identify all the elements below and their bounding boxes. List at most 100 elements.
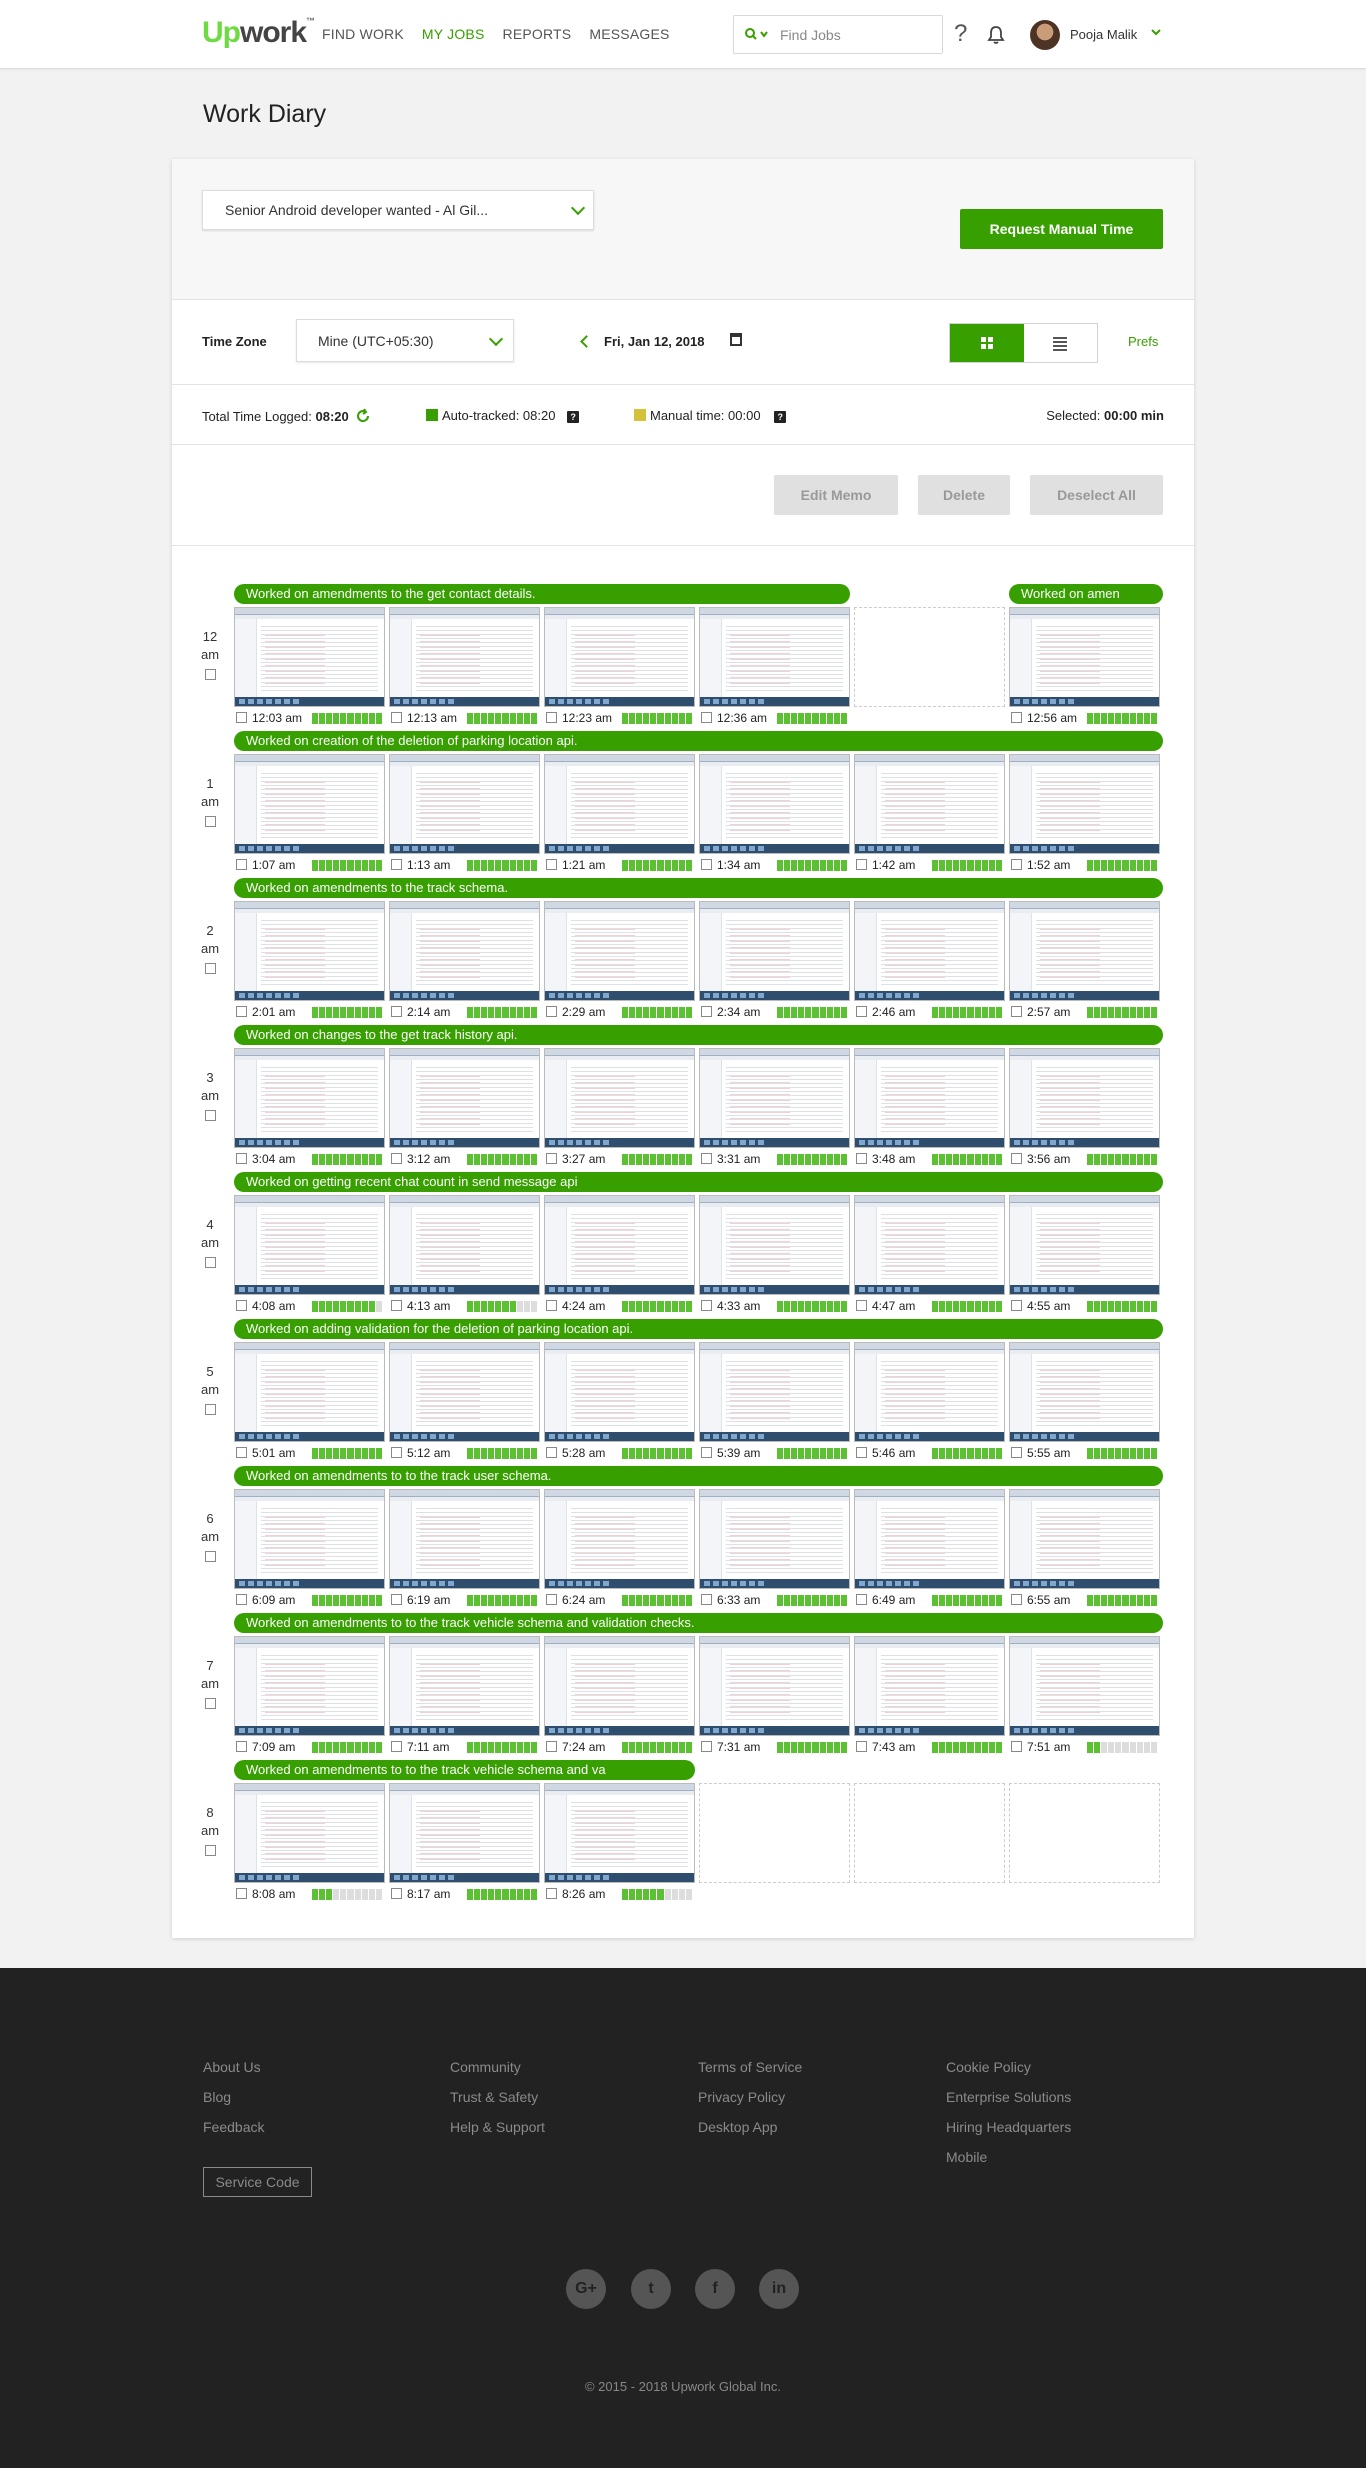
screenshot-checkbox[interactable] <box>391 1447 402 1458</box>
previous-day-arrow-icon[interactable] <box>580 335 593 348</box>
screenshot-thumbnail[interactable] <box>544 607 695 707</box>
grid-view-button[interactable] <box>950 324 1024 362</box>
screenshot-checkbox[interactable] <box>546 1447 557 1458</box>
screenshot-checkbox[interactable] <box>1011 1153 1022 1164</box>
memo-bar[interactable]: Worked on changes to the get track histo… <box>234 1025 1163 1045</box>
screenshot-checkbox[interactable] <box>546 1888 557 1899</box>
hour-select-checkbox[interactable] <box>204 669 216 680</box>
screenshot-thumbnail[interactable] <box>854 754 1005 854</box>
screenshot-checkbox[interactable] <box>236 1888 247 1899</box>
screenshot-thumbnail[interactable] <box>389 1636 540 1736</box>
screenshot-checkbox[interactable] <box>236 1447 247 1458</box>
screenshot-checkbox[interactable] <box>546 1741 557 1752</box>
edit-memo-button[interactable]: Edit Memo <box>774 475 898 515</box>
nav-find-work[interactable]: FIND WORK <box>322 26 404 42</box>
screenshot-thumbnail[interactable] <box>699 901 850 1001</box>
screenshot-thumbnail[interactable] <box>699 1342 850 1442</box>
screenshot-thumbnail[interactable] <box>699 1048 850 1148</box>
screenshot-thumbnail[interactable] <box>389 901 540 1001</box>
search-box[interactable]: Find Jobs <box>733 15 943 54</box>
footer-link-terms[interactable]: Terms of Service <box>698 2052 802 2082</box>
screenshot-thumbnail[interactable] <box>389 1195 540 1295</box>
screenshot-thumbnail[interactable] <box>544 754 695 854</box>
screenshot-checkbox[interactable] <box>701 1741 712 1752</box>
screenshot-checkbox[interactable] <box>1011 1741 1022 1752</box>
screenshot-thumbnail[interactable] <box>699 607 850 707</box>
screenshot-checkbox[interactable] <box>1011 1447 1022 1458</box>
request-manual-time-button[interactable]: Request Manual Time <box>960 209 1163 249</box>
screenshot-checkbox[interactable] <box>236 1741 247 1752</box>
footer-link-cookie-policy[interactable]: Cookie Policy <box>946 2052 1071 2082</box>
twitter-icon[interactable]: t <box>631 2269 671 2309</box>
screenshot-thumbnail[interactable] <box>1009 901 1160 1001</box>
time-zone-select[interactable]: Mine (UTC+05:30) <box>296 319 514 362</box>
bell-icon[interactable] <box>987 25 1005 45</box>
screenshot-checkbox[interactable] <box>546 859 557 870</box>
screenshot-thumbnail[interactable] <box>854 1636 1005 1736</box>
hour-select-checkbox[interactable] <box>204 1404 216 1415</box>
screenshot-checkbox[interactable] <box>1011 712 1022 723</box>
screenshot-checkbox[interactable] <box>856 1006 867 1017</box>
screenshot-thumbnail[interactable] <box>389 607 540 707</box>
screenshot-thumbnail[interactable] <box>389 754 540 854</box>
footer-link-community[interactable]: Community <box>450 2052 545 2082</box>
avatar[interactable] <box>1030 20 1060 50</box>
service-code-button[interactable]: Service Code <box>203 2167 312 2197</box>
screenshot-thumbnail[interactable] <box>234 1636 385 1736</box>
screenshot-thumbnail[interactable] <box>699 1636 850 1736</box>
screenshot-thumbnail[interactable] <box>544 1636 695 1736</box>
screenshot-thumbnail[interactable] <box>234 1342 385 1442</box>
screenshot-thumbnail[interactable] <box>1009 1048 1160 1148</box>
screenshot-thumbnail[interactable] <box>234 1195 385 1295</box>
screenshot-thumbnail[interactable] <box>544 1489 695 1589</box>
memo-bar[interactable]: Worked on amendments to the track schema… <box>234 878 1163 898</box>
screenshot-checkbox[interactable] <box>236 712 247 723</box>
screenshot-checkbox[interactable] <box>546 712 557 723</box>
screenshot-checkbox[interactable] <box>391 1741 402 1752</box>
screenshot-checkbox[interactable] <box>701 1300 712 1311</box>
screenshot-thumbnail[interactable] <box>234 901 385 1001</box>
list-view-button[interactable] <box>1024 324 1097 362</box>
screenshot-checkbox[interactable] <box>391 712 402 723</box>
calendar-icon[interactable] <box>730 333 742 346</box>
screenshot-checkbox[interactable] <box>856 859 867 870</box>
screenshot-checkbox[interactable] <box>391 1300 402 1311</box>
memo-bar[interactable]: Worked on amendments to to the track veh… <box>234 1613 1163 1633</box>
screenshot-checkbox[interactable] <box>701 712 712 723</box>
memo-bar[interactable]: Worked on creation of the deletion of pa… <box>234 731 1163 751</box>
prefs-link[interactable]: Prefs <box>1128 334 1158 349</box>
screenshot-thumbnail[interactable] <box>854 1048 1005 1148</box>
nav-my-jobs[interactable]: MY JOBS <box>422 26 485 42</box>
screenshot-thumbnail[interactable] <box>234 754 385 854</box>
screenshot-checkbox[interactable] <box>391 1153 402 1164</box>
footer-link-hiring-hq[interactable]: Hiring Headquarters <box>946 2112 1071 2142</box>
footer-link-about-us[interactable]: About Us <box>203 2052 264 2082</box>
screenshot-checkbox[interactable] <box>856 1447 867 1458</box>
screenshot-checkbox[interactable] <box>236 1153 247 1164</box>
hour-select-checkbox[interactable] <box>204 963 216 974</box>
footer-link-trust-safety[interactable]: Trust & Safety <box>450 2082 545 2112</box>
screenshot-thumbnail[interactable] <box>234 1489 385 1589</box>
screenshot-checkbox[interactable] <box>391 1888 402 1899</box>
screenshot-thumbnail[interactable] <box>544 1195 695 1295</box>
screenshot-thumbnail[interactable] <box>544 1342 695 1442</box>
help-icon[interactable]: ? <box>954 20 967 48</box>
screenshot-thumbnail[interactable] <box>854 1489 1005 1589</box>
screenshot-checkbox[interactable] <box>236 859 247 870</box>
screenshot-checkbox[interactable] <box>701 859 712 870</box>
screenshot-thumbnail[interactable] <box>854 1195 1005 1295</box>
facebook-icon[interactable]: f <box>695 2269 735 2309</box>
screenshot-checkbox[interactable] <box>701 1447 712 1458</box>
screenshot-thumbnail[interactable] <box>389 1342 540 1442</box>
screenshot-thumbnail[interactable] <box>1009 1195 1160 1295</box>
search-icon[interactable] <box>744 27 774 43</box>
google-plus-icon[interactable]: G+ <box>566 2269 606 2309</box>
screenshot-thumbnail[interactable] <box>234 1783 385 1883</box>
upwork-logo[interactable]: Upwork™ <box>202 16 315 50</box>
contract-select[interactable]: Senior Android developer wanted - Al Gil… <box>202 190 594 230</box>
screenshot-checkbox[interactable] <box>856 1594 867 1605</box>
screenshot-thumbnail[interactable] <box>234 1048 385 1148</box>
screenshot-checkbox[interactable] <box>546 1006 557 1017</box>
screenshot-thumbnail[interactable] <box>1009 1342 1160 1442</box>
screenshot-checkbox[interactable] <box>236 1300 247 1311</box>
